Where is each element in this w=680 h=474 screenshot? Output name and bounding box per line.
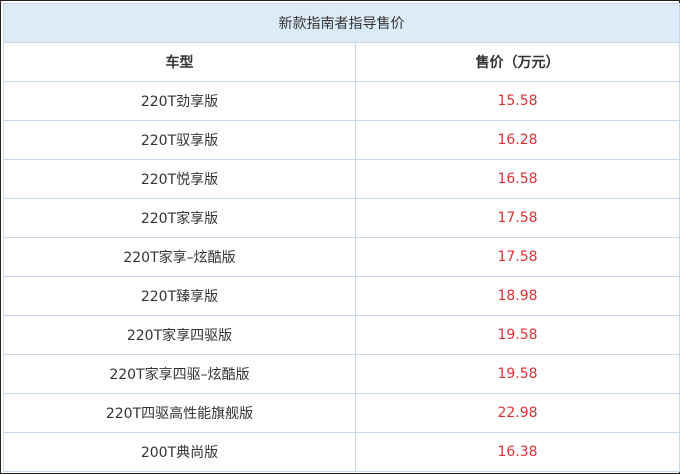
table-row: 220T驭享版 16.28 <box>3 120 680 160</box>
table-header-row: 车型 售价（万元） <box>3 42 680 82</box>
table-caption: 新款指南者指导售价 <box>3 3 680 43</box>
table-frame: 新款指南者指导售价 车型 售价（万元） 220T劲享版 15.58 220T驭享… <box>0 0 680 474</box>
row-model: 220T悦享版 <box>3 159 356 199</box>
row-price: 22.98 <box>355 393 680 433</box>
row-model: 220T家享四驱–炫酷版 <box>3 354 356 394</box>
table-row: 220T家享版 17.58 <box>3 198 680 238</box>
row-model: 220T驭享版 <box>3 120 356 160</box>
table-row: 220T四驱高性能旗舰版 22.98 <box>3 393 680 433</box>
table-row: 220T悦享版 16.58 <box>3 159 680 199</box>
row-price: 17.58 <box>355 237 680 277</box>
row-model: 220T臻享版 <box>3 276 356 316</box>
row-model: 220T家享–炫酷版 <box>3 237 356 277</box>
header-model: 车型 <box>3 42 356 82</box>
row-model: 220T家享四驱版 <box>3 315 356 355</box>
row-model: 220T家享版 <box>3 198 356 238</box>
header-price: 售价（万元） <box>355 42 680 82</box>
table-caption-row: 新款指南者指导售价 <box>3 3 680 43</box>
table-row: 220T家享四驱–炫酷版 19.58 <box>3 354 680 394</box>
table-row: 220T家享四驱版 19.58 <box>3 315 680 355</box>
row-price: 15.58 <box>355 81 680 121</box>
row-price: 18.98 <box>355 276 680 316</box>
row-model: 220T四驱高性能旗舰版 <box>3 393 356 433</box>
row-price: 16.28 <box>355 120 680 160</box>
table-row: 220T臻享版 18.98 <box>3 276 680 316</box>
row-price: 19.58 <box>355 354 680 394</box>
row-price: 17.58 <box>355 198 680 238</box>
row-model: 220T劲享版 <box>3 81 356 121</box>
table-row: 200T典尚版 16.38 <box>3 432 680 472</box>
row-price: 16.58 <box>355 159 680 199</box>
row-price: 19.58 <box>355 315 680 355</box>
row-model: 200T典尚版 <box>3 432 356 472</box>
table-row: 220T劲享版 15.58 <box>3 81 680 121</box>
price-table: 新款指南者指导售价 车型 售价（万元） 220T劲享版 15.58 220T驭享… <box>3 3 680 472</box>
row-price: 16.38 <box>355 432 680 472</box>
table-row: 220T家享–炫酷版 17.58 <box>3 237 680 277</box>
